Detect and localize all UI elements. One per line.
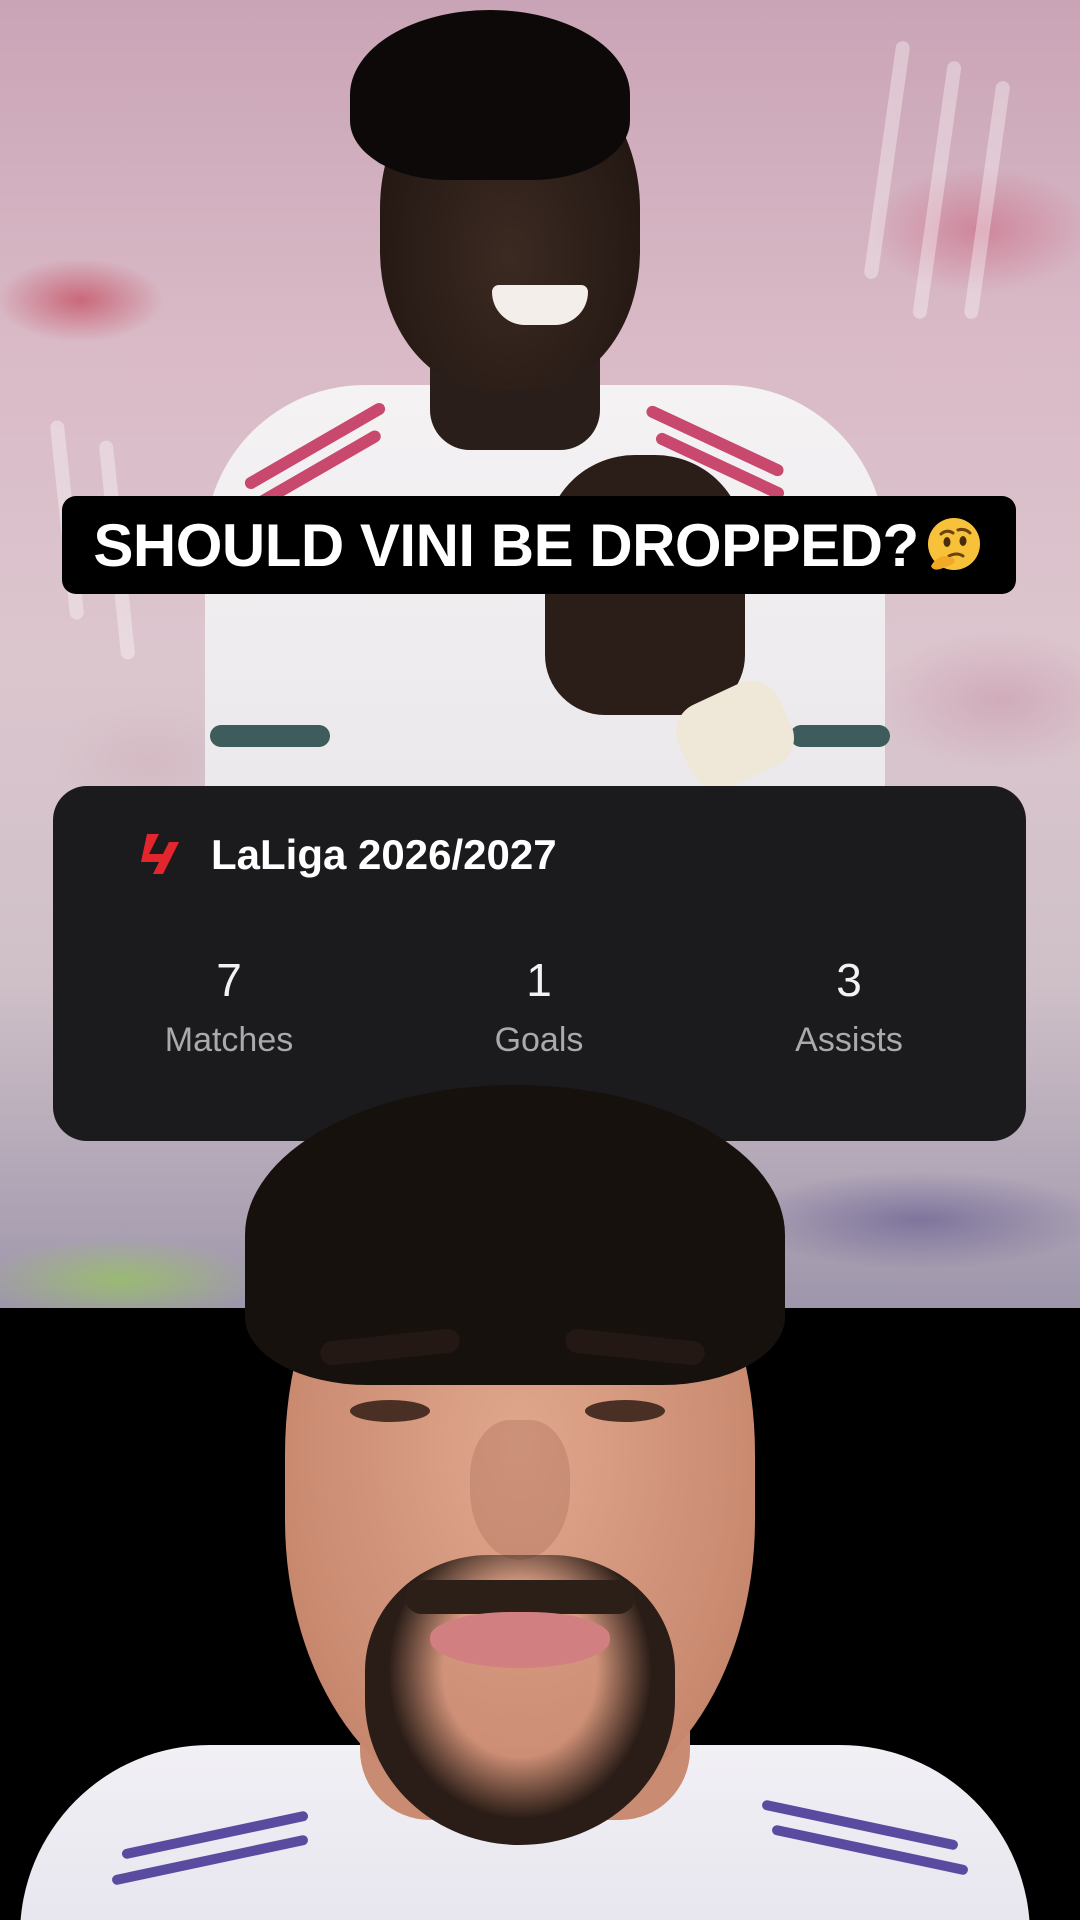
- sleeve-trim: [210, 725, 330, 747]
- stat-label: Matches: [164, 1021, 294, 1059]
- laliga-logo-icon: [141, 834, 179, 874]
- creator-eye: [350, 1400, 430, 1422]
- player-hair: [350, 10, 630, 180]
- thinking-face-icon: [923, 514, 985, 576]
- headline-banner: SHOULD VINI BE DROPPED?: [62, 496, 1016, 594]
- stat-value: 7: [216, 954, 242, 1006]
- creator-hair: [245, 1085, 785, 1385]
- creator-eye: [585, 1400, 665, 1422]
- creator-mustache: [405, 1580, 635, 1614]
- league-title: LaLiga 2026/2027: [211, 831, 557, 878]
- video-frame: SHOULD VINI BE DROPPED? LaLiga 2026/2027…: [0, 0, 1080, 1920]
- stat-label: Goals: [494, 1021, 584, 1059]
- sleeve-trim: [790, 725, 890, 747]
- stat-matches: 7 Matches: [99, 954, 359, 1062]
- creator-nose: [470, 1420, 570, 1560]
- league-header: LaLiga 2026/2027: [133, 828, 557, 882]
- stat-goals: 1 Goals: [409, 954, 669, 1062]
- creator-lips: [430, 1612, 610, 1668]
- stat-value: 3: [836, 954, 862, 1006]
- stat-assists: 3 Assists: [719, 954, 979, 1062]
- stat-label: Assists: [795, 1021, 903, 1059]
- stat-value: 1: [526, 954, 552, 1006]
- player-smile: [492, 285, 588, 325]
- headline-text: SHOULD VINI BE DROPPED?: [93, 511, 919, 579]
